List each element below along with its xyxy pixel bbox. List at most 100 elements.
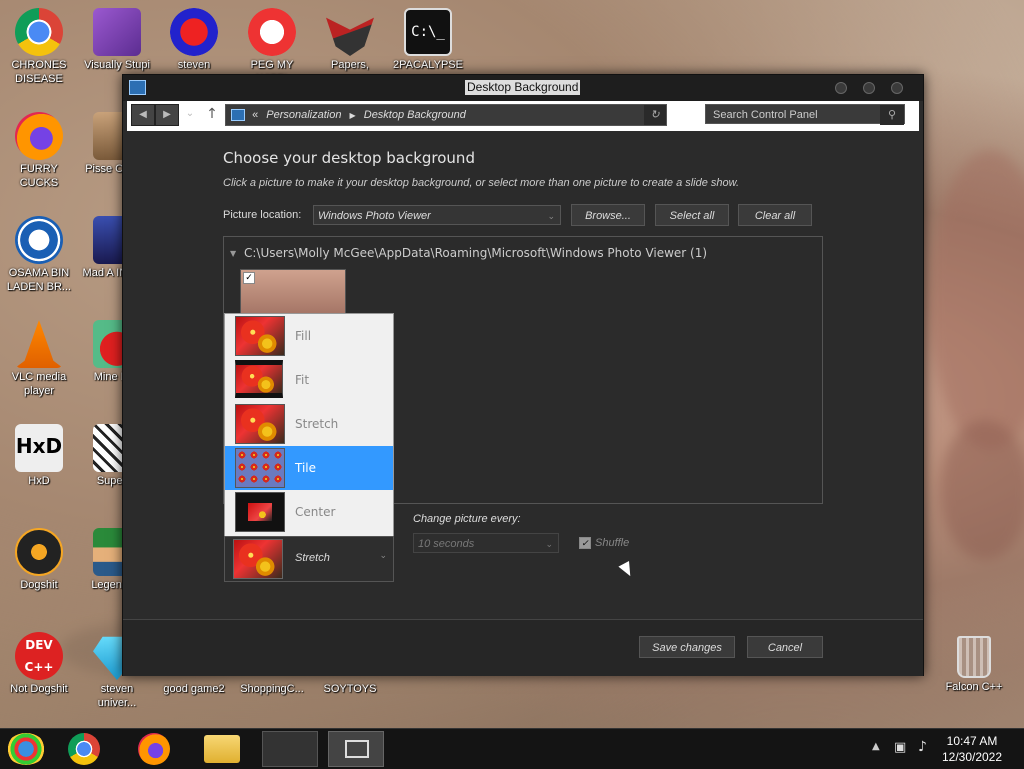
save-changes-button[interactable]: Save changes [639, 636, 735, 658]
vlc-cone-icon [15, 320, 63, 368]
chrome-icon [15, 8, 63, 56]
desktop-icon-furry-cucks[interactable]: FURRY CUCKS [3, 112, 75, 190]
breadcrumb-overflow[interactable]: « [252, 109, 258, 121]
desktop-icon-chrones-disease[interactable]: CHRONES DISEASE [3, 8, 75, 86]
clock-date: 12/30/2022 [941, 750, 1003, 764]
control-panel-small-icon [231, 109, 245, 122]
breadcrumb-personalization[interactable]: Personalization [266, 109, 341, 121]
control-panel-icon [345, 740, 369, 758]
page-description: Click a picture to make it your desktop … [223, 177, 740, 189]
network-icon[interactable]: ▣ [894, 740, 906, 755]
forward-button[interactable]: ▶ [155, 104, 179, 126]
desktop-icon-2pacalypse[interactable]: C:\_ 2PACALYPSE [392, 8, 464, 72]
position-option-fit[interactable]: Fit [225, 358, 393, 402]
cancel-button[interactable]: Cancel [747, 636, 823, 658]
thumbnail-checkbox[interactable]: ✓ [243, 272, 255, 284]
control-panel-icon [129, 80, 146, 95]
desktop-icon-label: Not Dogshit [10, 683, 68, 695]
desktop-icon-label: HxD [28, 475, 50, 487]
command-prompt-icon: C:\_ [404, 8, 452, 56]
visual-studio-icon [93, 8, 141, 56]
clock-time: 10:47 AM [946, 734, 998, 748]
breadcrumb-desktop-background[interactable]: Desktop Background [364, 109, 466, 121]
p-logo-icon [248, 8, 296, 56]
refresh-icon[interactable]: ↻ [644, 105, 666, 125]
picture-location-select[interactable]: Windows Photo Viewer ⌄ [313, 205, 561, 225]
show-hidden-icons-button[interactable]: ▲ [872, 741, 880, 752]
picture-location-label: Picture location: [223, 209, 302, 221]
firefox-icon [15, 112, 63, 160]
taskbar: ▲ ▣ ♪ 10:47 AM 12/30/2022 [0, 728, 1024, 769]
close-button[interactable] [891, 82, 903, 94]
chevron-down-icon: ⌄ [379, 551, 387, 561]
option-label: Tile [295, 461, 317, 475]
option-label: Fill [295, 329, 312, 343]
back-button[interactable]: ◀ [131, 104, 155, 126]
chrome-taskbar-icon[interactable] [68, 733, 100, 765]
folder-group-header: C:\Users\Molly McGee\AppData\Roaming\Mic… [244, 246, 708, 260]
clear-all-button[interactable]: Clear all [738, 204, 812, 226]
window-title: Desktop Background [465, 80, 581, 95]
desktop-icon-steven[interactable]: steven [158, 8, 230, 72]
obama-logo-icon [15, 216, 63, 264]
control-panel-taskbar-icon[interactable] [328, 731, 384, 767]
desktop-icon-falcon-cpp[interactable]: Falcon C++ [938, 632, 1010, 694]
desktop-icon-hxd[interactable]: HxD HxD [3, 424, 75, 488]
change-picture-label: Change picture every: [413, 513, 521, 525]
interval-select: 10 seconds ⌄ [413, 533, 559, 553]
search-icon[interactable]: ⚲ [880, 105, 904, 125]
maximize-button[interactable] [863, 82, 875, 94]
volume-icon[interactable]: ♪ [918, 739, 927, 755]
fill-preview-icon [235, 316, 285, 356]
search-input[interactable]: Search Control Panel ⚲ [705, 104, 905, 125]
minimize-button[interactable] [835, 82, 847, 94]
position-option-stretch[interactable]: Stretch [225, 402, 393, 446]
desktop-icon-label: steven [177, 59, 211, 71]
shuffle-label: Shuffle [595, 537, 630, 549]
address-bar[interactable]: « Personalization ▶ Desktop Background ↻ [225, 104, 667, 126]
position-option-fill[interactable]: Fill [225, 314, 393, 358]
dialog-footer: Save changes Cancel [123, 619, 923, 676]
desktop-icon-label: good game2 [163, 683, 225, 695]
desktop-icon-label: FURRY CUCKS [19, 163, 59, 189]
desktop-icon-osama-bin-laden[interactable]: OSAMA BIN LADEN BR... [3, 216, 75, 294]
collapse-arrow-icon[interactable]: ▼ [230, 249, 236, 258]
recent-pages-dropdown[interactable]: ⌄ [179, 104, 201, 124]
desktop-icon-label: Dogshit [20, 579, 58, 591]
file-explorer-taskbar-icon[interactable] [204, 735, 240, 763]
desktop-icon-label: VLC media player [11, 371, 67, 397]
desktop-icon-vlc[interactable]: VLC media player [3, 320, 75, 398]
center-preview-icon [235, 492, 285, 532]
picture-position-select[interactable]: Stretch ⌄ [224, 536, 394, 582]
desktop-icon-label: steven univer... [97, 683, 137, 709]
personalization-taskbar-icon[interactable] [262, 731, 318, 767]
start-button-icon[interactable] [6, 733, 46, 765]
position-option-center[interactable]: Center [225, 490, 393, 534]
picture-position-value: Stretch [295, 552, 330, 564]
navigation-bar: ◀ ▶ ⌄ ↑ « Personalization ▶ Desktop Back… [127, 101, 919, 131]
chevron-down-icon: ⌄ [545, 539, 553, 549]
position-option-tile[interactable]: Tile [225, 446, 393, 490]
shuffle-checkbox: ✓ Shuffle [579, 537, 630, 550]
title-bar[interactable]: Desktop Background [123, 75, 923, 101]
desktop-icon-label: OSAMA BIN LADEN BR... [6, 267, 72, 293]
picture-location-value: Windows Photo Viewer [318, 210, 431, 222]
option-label: Stretch [295, 417, 339, 431]
browse-button[interactable]: Browse... [571, 204, 645, 226]
picture-thumbnail[interactable]: ✓ [240, 269, 346, 315]
hxd-icon: HxD [15, 424, 63, 472]
option-label: Fit [295, 373, 310, 387]
firefox-taskbar-icon[interactable] [138, 733, 170, 765]
dev-cpp-icon: DEV C++ [15, 632, 63, 680]
shuffle-check-icon: ✓ [579, 537, 591, 550]
desktop-icon-visually-stupid[interactable]: Visually Stupi [81, 8, 153, 72]
select-all-button[interactable]: Select all [655, 204, 729, 226]
desktop-icon-dogshit[interactable]: Dogshit [3, 528, 75, 592]
desktop-icon-not-dogshit[interactable]: DEV C++ Not Dogshit [3, 632, 75, 696]
up-arrow-icon[interactable]: ↑ [201, 104, 223, 124]
taskbar-clock[interactable]: 10:47 AM 12/30/2022 [932, 733, 1012, 765]
recycle-bin-icon [957, 636, 991, 678]
stretch-preview-icon [233, 539, 283, 579]
desktop-icon-papers[interactable]: Papers, [314, 8, 386, 72]
fit-preview-icon [235, 360, 283, 398]
